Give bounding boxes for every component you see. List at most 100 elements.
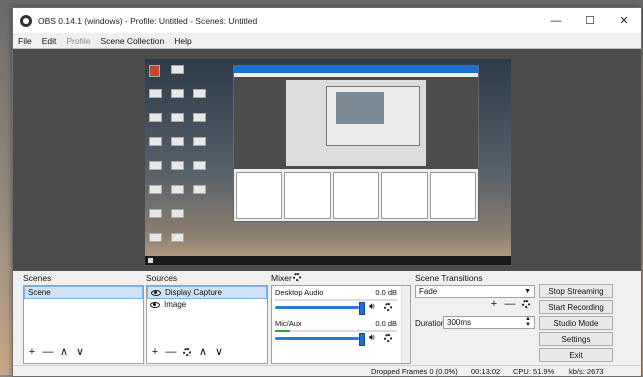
menu-scene-collection[interactable]: Scene Collection [95, 36, 169, 46]
add-transition-button[interactable]: + [489, 299, 499, 310]
source-item-label: Display Capture [165, 288, 222, 297]
window-title: OBS 0.14.1 (windows) - Profile: Untitled… [38, 15, 258, 26]
nested-dock [381, 172, 428, 219]
desktop-icon [193, 113, 206, 122]
stop-streaming-button[interactable]: Stop Streaming [539, 284, 613, 298]
move-scene-up-button[interactable]: ∧ [59, 347, 69, 358]
scenes-label: Scenes [23, 273, 52, 283]
obs-window: OBS 0.14.1 (windows) - Profile: Untitled… [12, 7, 642, 377]
mixer-channel-db: 0.0 dB [375, 288, 397, 297]
transition-select[interactable]: Fade ▼ [415, 285, 535, 298]
nested-dock [236, 172, 283, 219]
add-scene-button[interactable]: + [27, 347, 37, 358]
audio-meter [275, 330, 397, 332]
move-source-down-button[interactable]: ∨ [214, 347, 224, 358]
scene-item[interactable]: Scene [24, 286, 143, 299]
scene-item-label: Scene [28, 288, 51, 297]
remove-source-button[interactable]: — [166, 347, 177, 358]
spin-arrows-icon[interactable]: ▲ ▼ [525, 316, 531, 328]
nested-dock [284, 172, 331, 219]
desktop-icon [171, 233, 184, 242]
menu-help[interactable]: Help [169, 36, 196, 46]
scenes-toolbar: + — ∧ ∨ [27, 347, 85, 358]
mixer-label: Mixer [271, 273, 292, 283]
desktop-icon [171, 185, 184, 194]
desktop-icon [149, 233, 162, 242]
desktop-icon [149, 161, 162, 170]
desktop-icon [171, 161, 184, 170]
eye-icon[interactable] [151, 289, 161, 296]
desktop-icon [193, 137, 206, 146]
minimize-button[interactable]: — [539, 8, 573, 33]
mixer-channel-name: Desktop Audio [275, 288, 324, 297]
add-source-button[interactable]: + [150, 347, 160, 358]
volume-slider-track[interactable] [275, 306, 359, 309]
nested-dock [429, 172, 477, 219]
nested-dock [332, 172, 380, 219]
desktop-icon [171, 137, 184, 146]
sources-toolbar: + — ∧ ∨ [150, 347, 224, 358]
volume-slider-track[interactable] [275, 337, 359, 340]
volume-slider-handle[interactable] [359, 302, 365, 315]
channel-gear-icon[interactable] [384, 334, 392, 344]
nested-docks [236, 172, 477, 219]
desktop-icon [171, 209, 184, 218]
nested-inner-canvas [336, 92, 384, 124]
mixer-channel-name: Mic/Aux [275, 319, 302, 328]
source-properties-gear-icon[interactable] [182, 347, 192, 357]
eye-icon[interactable] [150, 301, 160, 308]
transition-gear-icon[interactable] [521, 299, 531, 309]
desktop-icon [149, 185, 162, 194]
maximize-button[interactable]: ☐ [573, 8, 607, 33]
mixer-scrollbar[interactable] [401, 286, 410, 363]
transitions-label: Scene Transitions [415, 273, 483, 283]
volume-slider-handle[interactable] [359, 333, 365, 346]
desktop-icon [193, 185, 206, 194]
nested-preview [234, 77, 478, 169]
studio-mode-button[interactable]: Studio Mode [539, 316, 613, 330]
duration-spinbox[interactable]: 300ms ▲ ▼ [443, 316, 535, 329]
close-button[interactable]: ✕ [607, 8, 641, 33]
desktop-icon [149, 113, 162, 122]
menu-edit[interactable]: Edit [37, 36, 62, 46]
menu-bar: File Edit Profile Scene Collection Help [13, 33, 641, 48]
title-bar: OBS 0.14.1 (windows) - Profile: Untitled… [13, 8, 641, 33]
desktop-icon [193, 89, 206, 98]
transition-select-value: Fade [419, 287, 438, 296]
audio-meter [275, 299, 397, 301]
exit-button[interactable]: Exit [539, 348, 613, 362]
desktop-icon [171, 89, 184, 98]
desktop-icon [171, 113, 184, 122]
mixer-channel-db: 0.0 dB [375, 319, 397, 328]
start-recording-button[interactable]: Start Recording [539, 300, 613, 314]
preview-canvas[interactable] [145, 59, 511, 265]
menu-file[interactable]: File [13, 36, 37, 46]
settings-button[interactable]: Settings [539, 332, 613, 346]
speaker-icon[interactable]: 🔊︎ [369, 301, 375, 312]
remove-transition-button[interactable]: — [505, 299, 516, 310]
mixer-settings-icon[interactable] [293, 273, 301, 283]
speaker-icon[interactable]: 🔊︎ [369, 332, 375, 343]
desktop-icon [149, 89, 162, 98]
captured-taskbar [145, 256, 511, 265]
channel-gear-icon[interactable] [384, 303, 392, 313]
transitions-toolbar: + — [489, 299, 531, 310]
move-scene-down-button[interactable]: ∨ [75, 347, 85, 358]
nested-title-bar [234, 66, 478, 73]
preview-area[interactable] [13, 48, 641, 271]
mixer-panel: Desktop Audio 0.0 dB 🔊︎ Mic/Aux 0.0 dB 🔊… [271, 285, 411, 364]
menu-profile[interactable]: Profile [61, 36, 95, 46]
desktop-icon [171, 65, 184, 74]
duration-label: Duration [415, 319, 446, 328]
nested-canvas [286, 80, 426, 166]
remove-scene-button[interactable]: — [43, 347, 54, 358]
obs-logo-icon [20, 14, 32, 27]
desktop-icon [149, 65, 160, 77]
source-item-label: Image [164, 300, 187, 309]
start-icon [148, 258, 153, 263]
source-item[interactable]: Display Capture [147, 286, 267, 299]
desktop-icon [149, 209, 162, 218]
sources-label: Sources [146, 273, 178, 283]
move-source-up-button[interactable]: ∧ [198, 347, 208, 358]
source-item[interactable]: Image [147, 299, 267, 310]
